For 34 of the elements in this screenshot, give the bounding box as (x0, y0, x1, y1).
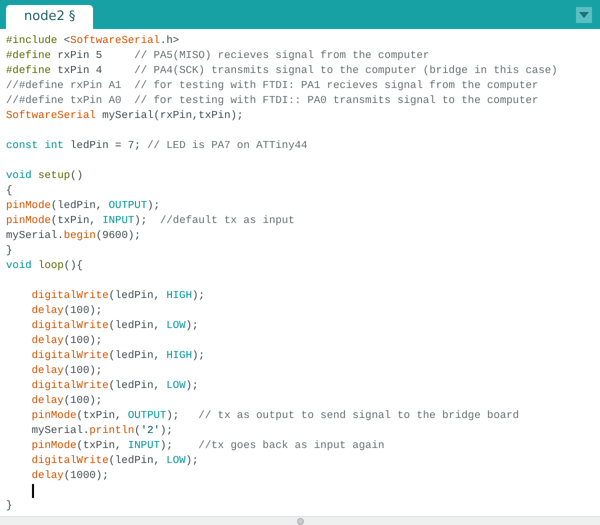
code-line: } (6, 499, 14, 514)
code-line: digitalWrite(ledPin, LOW); (30, 319, 200, 334)
code-line: delay(100); (30, 304, 104, 319)
code-line: delay(100); (30, 364, 104, 379)
code-line: } (6, 244, 14, 259)
code-line: pinMode(txPin, OUTPUT); // tx as output to send signal to the bridge board (30, 409, 520, 424)
code-line: pinMode(txPin, INPUT); //tx goes back as input again (30, 439, 386, 454)
code-line: digitalWrite(ledPin, HIGH); (30, 289, 206, 304)
code-line: void setup() (6, 169, 84, 184)
resize-bar[interactable] (0, 516, 600, 525)
code-line: mySerial.println('2'); (30, 424, 174, 439)
file-tab[interactable]: node2 § (6, 5, 94, 29)
caret-icon (579, 12, 589, 18)
code-line: digitalWrite(ledPin, LOW); (30, 379, 200, 394)
code-line: mySerial.begin(9600); (6, 229, 142, 244)
code-line: delay(1000); (30, 469, 110, 484)
code-line: delay(100); (30, 334, 104, 349)
code-line: { (6, 184, 14, 199)
code-line: SoftwareSerial mySerial(rxPin,txPin); (6, 109, 244, 124)
code-line: const int ledPin = 7; // LED is PA7 on ATTiny44 (6, 139, 308, 154)
code-line: //#define txPin A0 // for testing with FTDI:: PA0 transmits signal to the computer (6, 94, 540, 109)
code-line: #define txPin 4 // PA4(SCK) transmits signal to the computer (bridge in this case) (6, 64, 559, 79)
code-line: digitalWrite(ledPin, HIGH); (30, 349, 206, 364)
code-line: #include <SoftwareSerial.h> (6, 34, 180, 49)
code-line: pinMode(ledPin, OUTPUT); (6, 199, 161, 214)
code-line: void loop(){ (6, 259, 84, 274)
code-line: //#define rxPin A1 // for testing with FTDI: PA1 recieves signal from the computer (6, 79, 540, 94)
tab-menu-button[interactable] (576, 6, 592, 22)
text-cursor (32, 484, 34, 498)
resize-handle-icon[interactable] (296, 518, 304, 524)
code-line: #define rxPin 5 // PA5(MISO) recieves signal from the computer (6, 49, 430, 64)
code-line: pinMode(txPin, INPUT); //default tx as input (6, 214, 296, 229)
code-line: digitalWrite(ledPin, LOW); (30, 454, 200, 469)
code-line: delay(100); (30, 394, 104, 409)
